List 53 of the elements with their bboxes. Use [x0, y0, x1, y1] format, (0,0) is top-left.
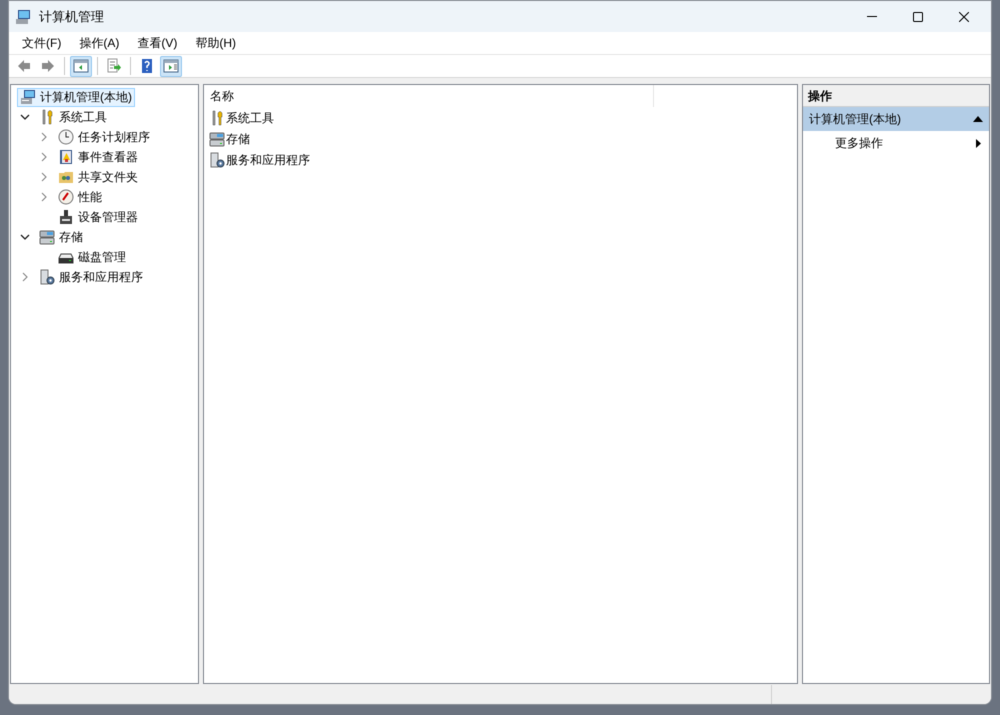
tree-item[interactable]: 性能: [55, 188, 105, 206]
chevron-right-icon[interactable]: [39, 132, 49, 142]
gauge-icon: [58, 189, 74, 205]
close-icon: [959, 12, 969, 22]
submenu-arrow-icon: [976, 138, 981, 148]
tree-item[interactable]: 设备管理器: [55, 208, 141, 226]
collapse-icon: [973, 116, 983, 122]
menu-item[interactable]: 帮助(H): [186, 32, 245, 54]
list-item[interactable]: 存储: [204, 128, 250, 149]
clock-icon: [58, 129, 74, 145]
storage-icon: [39, 229, 55, 245]
menu-item[interactable]: 查看(V): [128, 32, 186, 54]
chevron-right-icon[interactable]: [39, 152, 49, 162]
chevron-right-icon[interactable]: [39, 172, 49, 182]
chevron-down-icon[interactable]: [20, 232, 30, 242]
panel-icon: [73, 58, 89, 74]
tree-item[interactable]: 事件查看器: [55, 148, 141, 166]
computer-icon: [20, 89, 36, 105]
chevron-right-icon[interactable]: [39, 192, 49, 202]
tree-item[interactable]: 任务计划程序: [55, 128, 153, 146]
storage-icon: [209, 130, 225, 146]
column-header[interactable]: 名称: [204, 85, 654, 107]
arrow-left-icon: [16, 58, 32, 74]
tree-item[interactable]: 计算机管理(本地): [17, 88, 135, 106]
toolbar-button[interactable]: [70, 56, 92, 76]
toolbar-button[interactable]: [160, 56, 182, 76]
list-item[interactable]: 服务和应用程序: [204, 149, 310, 170]
list-item[interactable]: 系统工具: [204, 107, 274, 128]
minimize-icon: [867, 16, 877, 18]
device-icon: [58, 209, 74, 225]
export-list-icon: [106, 58, 122, 74]
server-gear-icon: [209, 152, 225, 168]
menu-item[interactable]: 操作(A): [70, 32, 128, 54]
chevron-right-icon[interactable]: [20, 272, 30, 282]
shared-folder-icon: [58, 169, 74, 185]
chevron-down-icon[interactable]: [20, 112, 30, 122]
panel-icon: [163, 58, 179, 74]
pane-header: 操作: [803, 85, 989, 107]
arrow-right-icon: [40, 58, 56, 74]
server-gear-icon: [39, 269, 55, 285]
help-icon: [139, 58, 155, 74]
maximize-icon: [913, 12, 923, 22]
window-title: 计算机管理: [39, 8, 104, 26]
log-book-icon: [58, 149, 74, 165]
tree-item[interactable]: 服务和应用程序: [36, 268, 146, 286]
action-group-header[interactable]: 计算机管理(本地): [803, 107, 989, 131]
tree-item[interactable]: 共享文件夹: [55, 168, 141, 186]
tree-item[interactable]: 磁盘管理: [55, 248, 129, 266]
menu-item[interactable]: 文件(F): [13, 32, 70, 54]
tree-item[interactable]: 系统工具: [36, 108, 110, 126]
action-item[interactable]: 更多操作: [803, 131, 989, 155]
tree-item[interactable]: 存储: [36, 228, 86, 246]
computer-icon: [15, 8, 31, 24]
